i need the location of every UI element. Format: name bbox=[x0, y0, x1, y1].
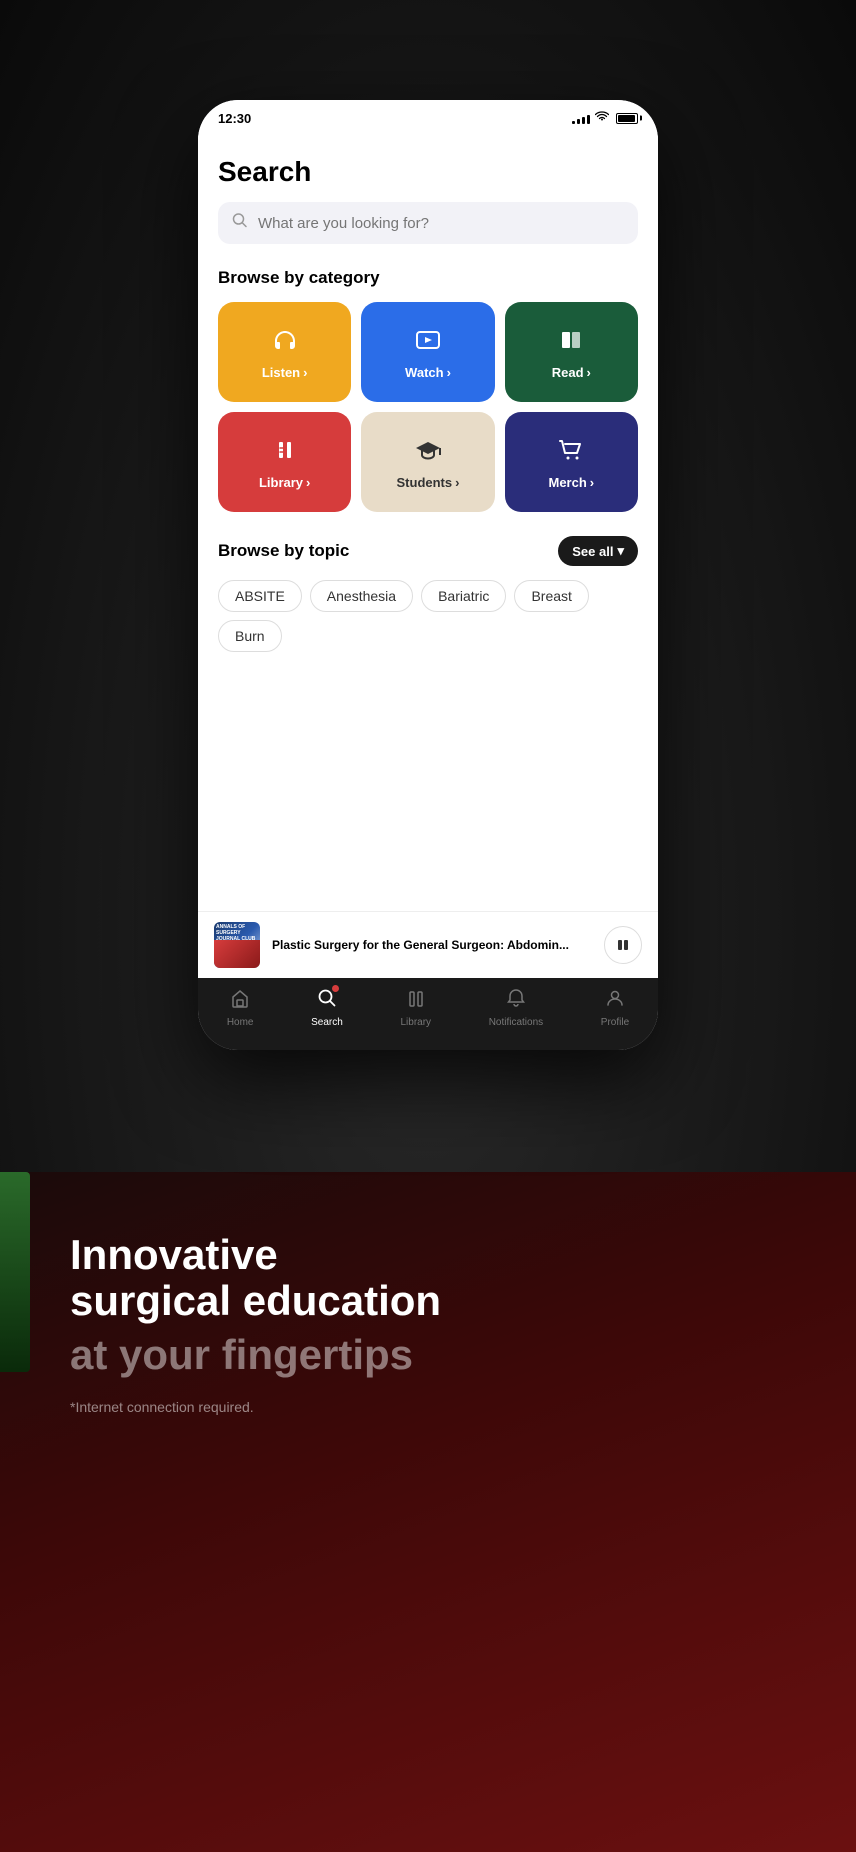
page-title: Search bbox=[218, 156, 638, 188]
mini-player-info: Plastic Surgery for the General Surgeon:… bbox=[272, 938, 592, 952]
category-listen[interactable]: Listen › bbox=[218, 302, 351, 402]
graduation-icon bbox=[414, 438, 442, 469]
students-label: Students › bbox=[397, 475, 460, 490]
see-all-button[interactable]: See all ▾ bbox=[558, 536, 638, 566]
read-label: Read › bbox=[552, 365, 591, 380]
topic-header: Browse by topic See all ▾ bbox=[218, 536, 638, 566]
category-students[interactable]: Students › bbox=[361, 412, 494, 512]
battery-icon bbox=[616, 113, 638, 124]
nav-profile-label: Profile bbox=[601, 1017, 629, 1028]
side-image-strip bbox=[0, 1172, 30, 1372]
bottom-headline: Innovativesurgical education bbox=[70, 1232, 826, 1324]
books-icon bbox=[271, 438, 299, 469]
topic-absite[interactable]: ABSITE bbox=[218, 580, 302, 612]
nav-library-label: Library bbox=[400, 1017, 431, 1028]
book-icon bbox=[557, 328, 585, 359]
mini-player[interactable]: ANNALS OF SURGERY JOURNAL CLUB Plastic S… bbox=[198, 911, 658, 978]
chevron-down-icon: ▾ bbox=[617, 543, 624, 559]
topic-breast[interactable]: Breast bbox=[514, 580, 588, 612]
wifi-icon bbox=[595, 111, 609, 125]
nav-search-label: Search bbox=[311, 1017, 343, 1028]
profile-icon bbox=[605, 988, 625, 1014]
topic-burn[interactable]: Burn bbox=[218, 620, 282, 652]
nav-library[interactable]: Library bbox=[400, 988, 431, 1028]
search-input-container bbox=[218, 202, 638, 244]
topic-bariatric[interactable]: Bariatric bbox=[421, 580, 506, 612]
search-page: Search Browse by category bbox=[198, 136, 658, 978]
nav-profile[interactable]: Profile bbox=[601, 988, 629, 1028]
merch-label: Merch › bbox=[549, 475, 595, 490]
category-grid: Listen › Watch › bbox=[218, 302, 638, 512]
category-merch[interactable]: Merch › bbox=[505, 412, 638, 512]
search-nav-icon bbox=[317, 991, 337, 1013]
mini-player-thumbnail: ANNALS OF SURGERY JOURNAL CLUB bbox=[214, 922, 260, 968]
bottom-disclaimer: *Internet connection required. bbox=[70, 1399, 826, 1415]
nav-search[interactable]: Search bbox=[311, 988, 343, 1028]
category-watch[interactable]: Watch › bbox=[361, 302, 494, 402]
play-icon bbox=[414, 328, 442, 359]
category-read[interactable]: Read › bbox=[505, 302, 638, 402]
status-icons bbox=[572, 111, 638, 125]
app-content: Search Browse by category bbox=[198, 136, 658, 978]
bottom-navigation: Home Search Library bbox=[198, 978, 658, 1050]
notification-dot bbox=[332, 985, 339, 992]
nav-notifications-label: Notifications bbox=[489, 1017, 543, 1028]
bell-icon bbox=[506, 988, 526, 1014]
watch-label: Watch › bbox=[405, 365, 451, 380]
listen-label: Listen › bbox=[262, 365, 308, 380]
signal-icon bbox=[572, 112, 590, 124]
bottom-subheadline: at your fingertips bbox=[70, 1332, 826, 1378]
bottom-section: Innovativesurgical education at your fin… bbox=[0, 1172, 856, 1852]
category-library[interactable]: Library › bbox=[218, 412, 351, 512]
browse-topic-title: Browse by topic bbox=[218, 541, 349, 561]
home-icon bbox=[230, 988, 250, 1014]
topic-anesthesia[interactable]: Anesthesia bbox=[310, 580, 413, 612]
headphones-icon bbox=[271, 328, 299, 359]
status-time: 12:30 bbox=[218, 111, 251, 126]
topic-chips: ABSITE Anesthesia Bariatric Breast Burn bbox=[218, 580, 638, 652]
mini-player-title: Plastic Surgery for the General Surgeon:… bbox=[272, 938, 592, 952]
search-input[interactable] bbox=[218, 202, 638, 244]
nav-home[interactable]: Home bbox=[227, 988, 254, 1028]
status-bar: 12:30 bbox=[198, 100, 658, 136]
browse-category-title: Browse by category bbox=[218, 268, 638, 288]
pause-button[interactable] bbox=[604, 926, 642, 964]
library-label: Library › bbox=[259, 475, 310, 490]
library-nav-icon bbox=[406, 988, 426, 1014]
bottom-text-container: Innovativesurgical education at your fin… bbox=[70, 1232, 826, 1415]
phone-frame: 12:30 Search bbox=[198, 100, 658, 1050]
search-icon bbox=[232, 213, 248, 234]
nav-notifications[interactable]: Notifications bbox=[489, 988, 543, 1028]
cart-icon bbox=[557, 438, 585, 469]
nav-home-label: Home bbox=[227, 1017, 254, 1028]
